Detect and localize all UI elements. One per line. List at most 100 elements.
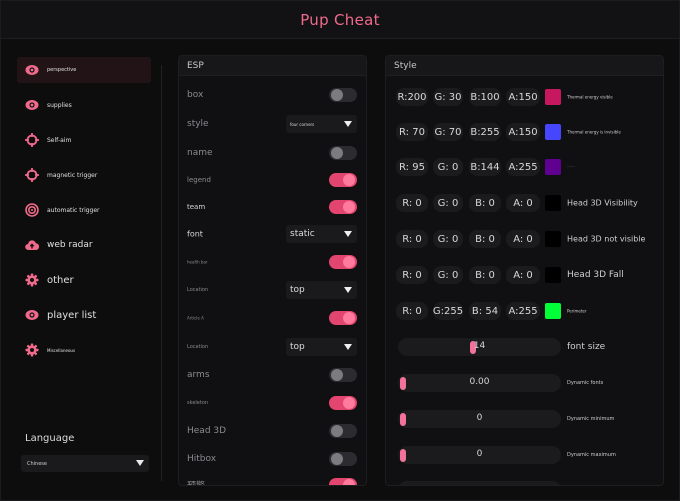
language-select[interactable]: Chinese [21, 455, 149, 472]
sidebar-item-label: Miscellaneous [47, 347, 76, 353]
esp-toggle[interactable] [329, 88, 357, 102]
toggle-knob [343, 479, 355, 485]
esp-toggle[interactable] [329, 255, 357, 269]
red-channel[interactable]: R:200 [396, 88, 428, 106]
color-swatch[interactable] [545, 159, 561, 175]
esp-row: style four corners [179, 113, 366, 135]
toggle-knob [343, 256, 355, 268]
sidebar-item[interactable]: web radar [17, 232, 151, 258]
green-channel[interactable]: G: 0 [433, 230, 463, 248]
red-channel[interactable]: R: 0 [396, 194, 428, 212]
sidebar-item-label: supplies [47, 101, 72, 109]
alpha-channel[interactable]: A: 0 [506, 266, 540, 284]
alpha-channel[interactable]: A:150 [506, 123, 540, 141]
esp-toggle[interactable] [329, 424, 357, 438]
sidebar-item[interactable]: Self-aim [17, 127, 151, 153]
dropdown-value: top [290, 285, 305, 295]
alpha-channel[interactable]: A: 0 [506, 230, 540, 248]
esp-toggle[interactable] [329, 396, 357, 410]
sidebar-item[interactable]: Miscellaneous [17, 337, 151, 363]
blue-channel[interactable]: B: 54 [469, 302, 501, 320]
toggle-knob [343, 174, 355, 186]
eye-icon [25, 308, 39, 322]
style-slider[interactable]: 14 [398, 338, 561, 356]
slider-value: 0 [476, 449, 483, 459]
green-channel[interactable]: G: 0 [433, 158, 463, 176]
esp-dropdown[interactable]: four corners [286, 115, 357, 133]
esp-toggle[interactable] [329, 368, 357, 382]
esp-dropdown[interactable]: top [286, 338, 357, 356]
blue-channel[interactable]: B: 0 [469, 194, 501, 212]
esp-toggle[interactable] [329, 452, 357, 466]
sidebar-item[interactable]: magnetic trigger [17, 162, 151, 188]
sidebar-item-label: player list [47, 309, 97, 321]
red-channel[interactable]: R: 0 [396, 266, 428, 284]
esp-dropdown[interactable]: top [286, 281, 357, 299]
style-slider[interactable]: 0 [398, 446, 561, 464]
green-channel[interactable]: G: 0 [433, 266, 463, 284]
esp-toggle[interactable] [329, 200, 357, 214]
language-value: Chinese [27, 460, 47, 467]
esp-panel: ESP box style four corners name legend team fo… [178, 55, 367, 486]
alpha-channel[interactable]: A: 0 [506, 194, 540, 212]
esp-row: legend [179, 169, 366, 191]
color-swatch[interactable] [545, 303, 561, 319]
slider-value: 14 [473, 341, 486, 351]
esp-row: Article A [179, 307, 366, 329]
sidebar-item[interactable]: player list [17, 302, 151, 328]
red-channel[interactable]: R: 0 [396, 302, 428, 320]
green-channel[interactable]: G: 70 [433, 123, 463, 141]
style-slider[interactable]: 0 [398, 410, 561, 428]
crosshair-icon [25, 133, 39, 147]
toggle-knob [343, 397, 355, 409]
sidebar-item-label: perspective [47, 67, 77, 73]
style-slider[interactable] [398, 481, 561, 485]
sidebar-item[interactable]: automatic trigger [17, 197, 151, 223]
esp-row: name [179, 142, 366, 164]
blue-channel[interactable]: B: 0 [469, 230, 501, 248]
color-swatch[interactable] [545, 89, 561, 105]
chevron-down-icon [344, 231, 352, 237]
gear-icon [25, 273, 39, 287]
slider-label: Dynamic maximum [567, 452, 616, 458]
blue-channel[interactable]: B: 0 [469, 266, 501, 284]
esp-row: health bar [179, 251, 366, 273]
color-label: Head 3D Fall [567, 270, 624, 280]
eye-icon [25, 98, 39, 112]
red-channel[interactable]: R: 70 [396, 123, 428, 141]
red-channel[interactable]: R: 0 [396, 230, 428, 248]
esp-row-label: Article A [187, 315, 204, 321]
sidebar-item[interactable]: supplies [17, 92, 151, 118]
alpha-channel[interactable]: A:255 [506, 158, 540, 176]
esp-row-label: Location [187, 344, 209, 350]
esp-row: team [179, 196, 366, 218]
alpha-channel[interactable]: A:255 [506, 302, 540, 320]
color-swatch[interactable] [545, 124, 561, 140]
esp-row: arms [179, 364, 366, 386]
blue-channel[interactable]: B:255 [469, 123, 501, 141]
alpha-channel[interactable]: A:150 [506, 88, 540, 106]
green-channel[interactable]: G: 30 [433, 88, 463, 106]
blue-channel[interactable]: B:100 [469, 88, 501, 106]
red-channel[interactable]: R: 95 [396, 158, 428, 176]
blue-channel[interactable]: B:144 [469, 158, 501, 176]
style-slider[interactable]: 0.00 [398, 374, 561, 392]
green-channel[interactable]: G: 0 [433, 194, 463, 212]
esp-panel-title: ESP [179, 56, 366, 76]
color-swatch[interactable] [545, 195, 561, 211]
esp-toggle[interactable] [329, 478, 357, 485]
sidebar-item[interactable]: other [17, 267, 151, 293]
esp-row: font static [179, 223, 366, 245]
toggle-knob [343, 201, 355, 213]
toggle-knob [343, 312, 355, 324]
esp-row-label: Head 3D [187, 426, 227, 436]
color-swatch[interactable] [545, 267, 561, 283]
esp-toggle[interactable] [329, 146, 357, 160]
esp-toggle[interactable] [329, 173, 357, 187]
sidebar-item-label: automatic trigger [47, 206, 100, 214]
esp-dropdown[interactable]: static [286, 225, 357, 243]
green-channel[interactable]: G:255 [433, 302, 463, 320]
sidebar-item[interactable]: perspective [17, 57, 151, 83]
esp-toggle[interactable] [329, 311, 357, 325]
color-swatch[interactable] [545, 231, 561, 247]
